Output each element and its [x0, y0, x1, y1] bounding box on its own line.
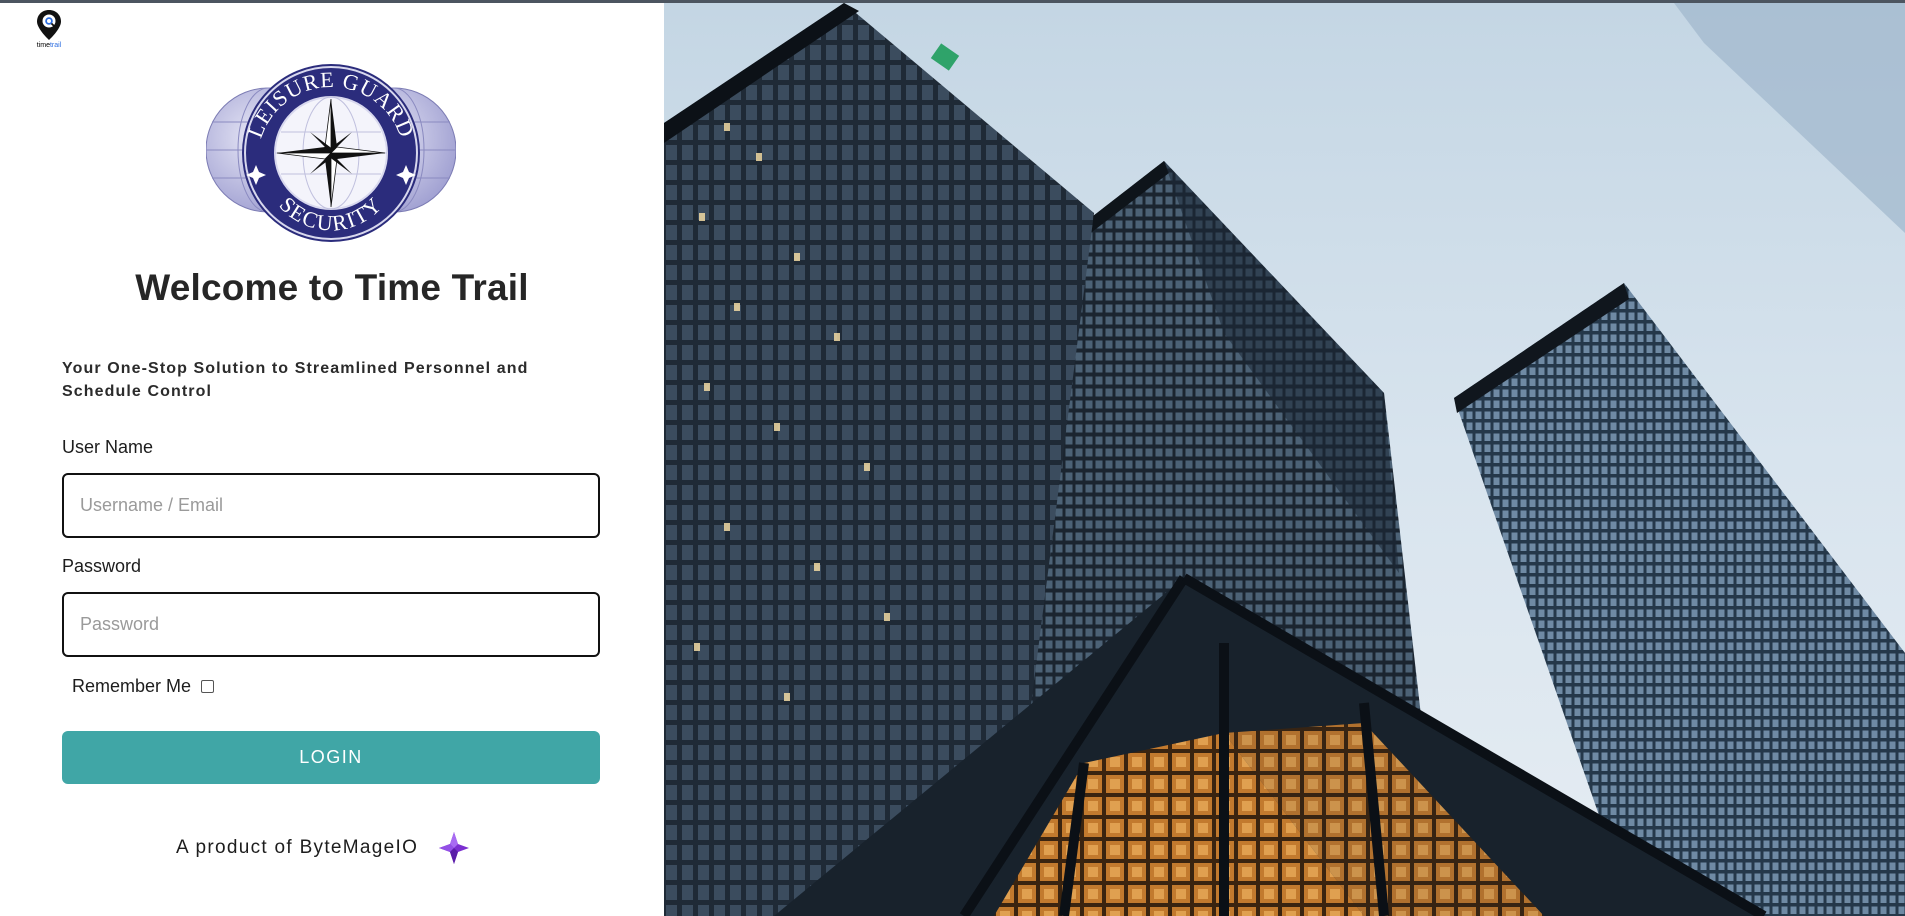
login-button[interactable]: LOGIN [62, 731, 600, 784]
footer-credit: A product of ByteMageIO [176, 831, 470, 865]
bytemage-crystal-icon[interactable] [438, 831, 470, 865]
hero-image [664, 3, 1905, 916]
password-input[interactable] [62, 592, 600, 657]
username-input[interactable] [62, 473, 600, 538]
brand-part-time: time [36, 42, 50, 49]
app-brand-text: timetrail [28, 42, 70, 50]
glass-skyscrapers-photo [664, 3, 1905, 916]
map-pin-search-icon [37, 10, 61, 40]
page-subtitle: Your One-Stop Solution to Streamlined Pe… [62, 360, 529, 400]
leisure-guard-security-logo: LEISURE GUARD SECURITY [206, 64, 456, 242]
remember-me-checkbox[interactable] [201, 680, 215, 693]
remember-me-label: Remember Me [72, 676, 192, 696]
login-panel: timetrail LEISURE GUARD SECURITY Welcome… [0, 3, 664, 916]
app-logo[interactable]: timetrail [28, 9, 70, 59]
password-label: Password [62, 556, 142, 576]
page-title: Welcome to Time Trail [135, 267, 529, 308]
remember-me-row[interactable]: Remember Me [72, 676, 215, 697]
footer-text: A product of ByteMageIO [176, 837, 419, 858]
username-label: User Name [62, 437, 154, 457]
brand-part-trail: trail [49, 42, 62, 49]
